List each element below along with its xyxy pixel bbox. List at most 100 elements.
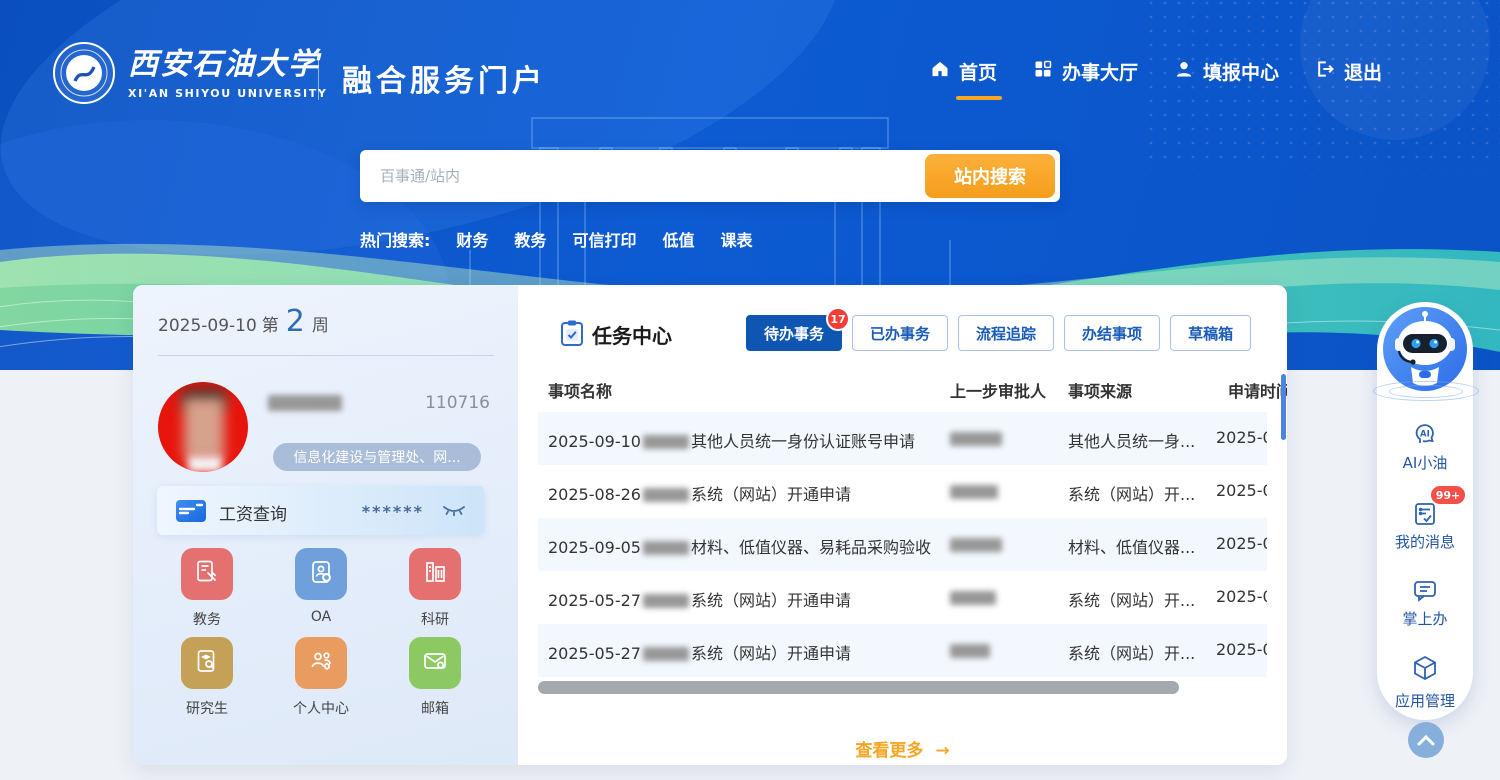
app-tile-mail[interactable] [409,637,461,689]
table-row[interactable]: 2025-09-05材料、低值仪器、易耗品采购验收 材料、低值仪器... 202… [538,518,1267,571]
horizontal-scrollbar[interactable] [538,681,1179,694]
redacted-text [643,594,689,608]
messages-icon[interactable] [1411,499,1439,527]
mobile-office-icon[interactable] [1411,576,1439,604]
view-more-label: 查看更多 [855,741,923,761]
university-name-en: XI'AN SHIYOU UNIVERSITY [128,87,327,100]
ai-robot-mascot[interactable] [1381,305,1469,393]
hot-search-item[interactable]: 教务 [514,227,546,251]
nav-item-label: 退出 [1344,58,1382,85]
redacted-text [643,488,689,502]
item-title: 2025-09-05材料、低值仪器、易耗品采购验收 [548,534,931,558]
item-source: 材料、低值仪器... [1068,534,1216,558]
task-center-icon [558,319,586,351]
col-item-name: 事项名称 [548,378,612,402]
document-seal-icon [194,559,220,589]
item-title: 2025-09-10其他人员统一身份认证账号申请 [548,428,915,452]
item-title: 2025-05-27系统（网站）开通申请 [548,640,851,664]
home-icon [930,59,950,84]
panel-divider [158,355,494,356]
app-tile-jiaowu[interactable] [181,548,233,600]
building-icon [422,559,448,589]
university-name-cn: 西安石油大学 [128,50,327,80]
task-center-title: 任务中心 [592,320,672,349]
apply-time: 2025-0 [1216,481,1267,500]
department-badge: 信息化建设与管理处、网... [273,443,481,471]
vertical-scrollbar[interactable] [1281,374,1286,440]
document-graduation-icon [194,648,220,678]
grid-icon [1033,59,1053,84]
bank-card-icon [175,498,207,528]
tab-todo[interactable]: 待办事务 17 [746,315,842,351]
week-suffix: 周 [312,311,329,336]
rail-item-app-management[interactable]: 应用管理 [1377,690,1473,711]
table-row[interactable]: 2025-05-27系统（网站）开通申请 系统（网站）开... 2025-0 [538,624,1267,677]
nav-item-service-hall[interactable]: 办事大厅 [1033,58,1138,85]
logo-divider [318,48,319,100]
task-center-tabs: 待办事务 17 已办事务 流程追踪 办结事项 草稿箱 [746,315,1251,351]
nav-item-home[interactable]: 首页 [930,58,997,85]
portal-page: 西安石油大学 XI'AN SHIYOU UNIVERSITY 融合服务门户 首页 [0,0,1500,780]
rail-item-messages[interactable]: 我的消息 [1377,531,1473,552]
item-source: 系统（网站）开... [1068,640,1216,664]
nav-item-report-center[interactable]: 填报中心 [1174,58,1279,85]
table-row[interactable]: 2025-08-26系统（网站）开通申请 系统（网站）开... 2025-0 [538,465,1267,518]
apply-time: 2025-0 [1216,428,1267,447]
tab-closed-items[interactable]: 办结事项 [1064,315,1160,351]
redacted-text [643,647,689,661]
app-label: 邮箱 [395,698,475,718]
item-source: 系统（网站）开... [1068,587,1216,611]
tab-label: 办结事项 [1082,323,1142,344]
item-title: 2025-05-27系统（网站）开通申请 [548,587,851,611]
rail-item-ai-assistant[interactable]: AI小油 [1377,452,1473,473]
avatar[interactable] [158,382,248,472]
apply-time: 2025-0 [1216,640,1267,659]
app-label: 研究生 [167,698,247,718]
university-emblem [52,41,116,105]
site-search: 站内搜索 [360,150,1060,202]
nav-item-label: 首页 [959,58,997,85]
salary-query-card[interactable]: 工资查询 ****** [157,486,484,535]
apply-time: 2025-0 [1216,534,1267,553]
search-button[interactable]: 站内搜索 [925,154,1055,198]
hot-search-item[interactable]: 低值 [662,227,694,251]
view-more-link[interactable]: 查看更多 → [518,736,1287,761]
hot-search-item[interactable]: 课表 [720,227,752,251]
week-number: 2 [286,307,305,337]
back-to-top-button[interactable] [1408,722,1444,758]
salary-masked-value: ****** [362,502,424,521]
tab-drafts[interactable]: 草稿箱 [1170,315,1251,351]
rail-item-mobile-office[interactable]: 掌上办 [1377,608,1473,629]
tab-label: 已办事务 [870,323,930,344]
redacted-text [643,435,689,449]
app-tile-personal-center[interactable] [295,637,347,689]
salary-label: 工资查询 [219,500,287,525]
table-row[interactable]: 2025-09-10其他人员统一身份认证账号申请 其他人员统一身... 2025… [538,412,1267,465]
search-input[interactable] [360,150,930,202]
hot-search-item[interactable]: 财务 [456,227,488,251]
ai-assistant-icon[interactable]: AI [1411,420,1439,448]
todo-count-badge: 17 [826,307,850,331]
nav-item-logout[interactable]: 退出 [1315,58,1382,85]
redacted-text [643,541,689,555]
logout-icon [1315,59,1335,84]
hot-search-row: 热门搜索: 财务 教务 可信打印 低值 课表 [360,227,752,251]
eye-closed-icon[interactable] [442,503,466,522]
tab-label: 待办事务 [764,323,824,344]
user-id: 110716 [425,393,490,413]
item-title: 2025-08-26系统（网站）开通申请 [548,481,851,505]
profile-panel: 2025-09-10 第 2 周 110716 信息化建设与管理处、网... [133,285,518,765]
app-tile-yanjiusheng[interactable] [181,637,233,689]
app-tile-oa[interactable] [295,548,347,600]
item-source: 系统（网站）开... [1068,481,1216,505]
hot-search-label: 热门搜索: [360,227,430,251]
table-row[interactable]: 2025-05-27系统（网站）开通申请 系统（网站）开... 2025-0 [538,571,1267,624]
app-tile-keyan[interactable] [409,548,461,600]
portal-title: 融合服务门户 [342,56,546,100]
tab-process-tracking[interactable]: 流程追踪 [958,315,1054,351]
app-label: 教务 [167,609,247,629]
tab-done[interactable]: 已办事务 [852,315,948,351]
hot-search-item[interactable]: 可信打印 [572,227,636,251]
cube-icon[interactable] [1411,654,1439,682]
col-approver: 上一步审批人 [950,378,1046,402]
